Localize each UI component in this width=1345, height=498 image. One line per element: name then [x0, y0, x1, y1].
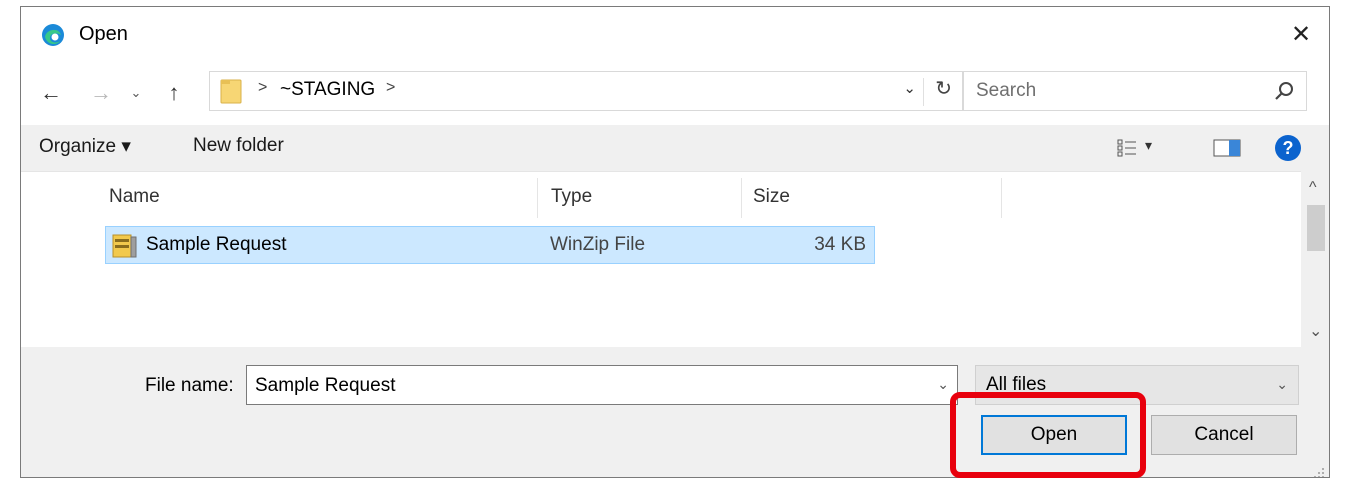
command-bar: Organize ▾ New folder ▾ ? [21, 125, 1329, 171]
window-title: Open [79, 23, 128, 45]
file-list: Name Type Size Sample Request WinZip Fil… [21, 171, 1301, 347]
scroll-up-icon[interactable]: ^ [1309, 179, 1317, 197]
chevron-down-icon[interactable]: ⌄ [903, 79, 916, 97]
recent-locations-chevron-icon[interactable]: ⌄ [125, 77, 147, 109]
file-name-cell: Sample Request [146, 234, 287, 255]
open-button-highlight [950, 392, 1146, 478]
breadcrumb-staging[interactable]: ~STAGING [280, 79, 375, 101]
column-header-name[interactable]: Name [109, 186, 160, 208]
file-size-cell: 34 KB [814, 234, 866, 255]
navigation-bar: ← → ⌄ ↑ > ~STAGING > ⌄ ↻ [21, 61, 1329, 125]
address-bar[interactable]: > ~STAGING > ⌄ ↻ [209, 71, 963, 111]
table-row[interactable]: Sample Request WinZip File 34 KB [105, 226, 875, 264]
back-arrow-icon[interactable]: ← [33, 77, 69, 109]
close-icon[interactable]: ✕ [1285, 19, 1317, 51]
scrollbar-thumb[interactable] [1307, 205, 1325, 251]
column-header-size[interactable]: Size [753, 186, 790, 208]
winzip-icon [110, 231, 138, 259]
chevron-down-icon[interactable]: ⌄ [1276, 376, 1288, 393]
preview-pane-icon[interactable] [1213, 139, 1241, 157]
breadcrumb-separator[interactable]: > [258, 79, 267, 97]
search-box[interactable] [963, 71, 1307, 111]
search-icon[interactable] [1274, 80, 1296, 102]
column-header-type[interactable]: Type [551, 186, 592, 208]
column-divider[interactable] [1001, 178, 1002, 218]
view-options-caret-icon[interactable]: ▾ [1145, 137, 1152, 154]
forward-arrow-icon[interactable]: → [85, 77, 117, 109]
file-name-combobox[interactable]: ⌄ [246, 365, 958, 405]
folder-icon [220, 78, 242, 104]
up-arrow-icon[interactable]: ↑ [157, 77, 191, 109]
file-name-label: File name: [145, 375, 234, 396]
column-divider[interactable] [741, 178, 742, 218]
view-details-icon[interactable] [1117, 139, 1137, 157]
file-type-cell: WinZip File [550, 234, 646, 255]
refresh-icon[interactable]: ↻ [935, 76, 952, 101]
search-input[interactable] [976, 78, 1256, 104]
breadcrumb-separator[interactable]: > [386, 79, 395, 97]
column-divider[interactable] [537, 178, 538, 218]
file-list-scrollbar[interactable]: ^ ⌄ [1301, 171, 1329, 347]
file-name-input[interactable] [255, 374, 915, 398]
address-divider [923, 78, 924, 106]
chevron-down-icon[interactable]: ⌄ [937, 376, 949, 393]
edge-browser-icon [41, 23, 65, 47]
scroll-down-icon[interactable]: ⌄ [1309, 321, 1322, 341]
new-folder-button[interactable]: New folder [193, 135, 284, 157]
resize-grip-icon[interactable] [1313, 463, 1325, 477]
title-bar: Open ✕ [21, 7, 1329, 61]
help-icon[interactable]: ? [1275, 135, 1301, 161]
organize-menu-button[interactable]: Organize ▾ [39, 135, 131, 158]
cancel-button[interactable]: Cancel [1151, 415, 1297, 455]
